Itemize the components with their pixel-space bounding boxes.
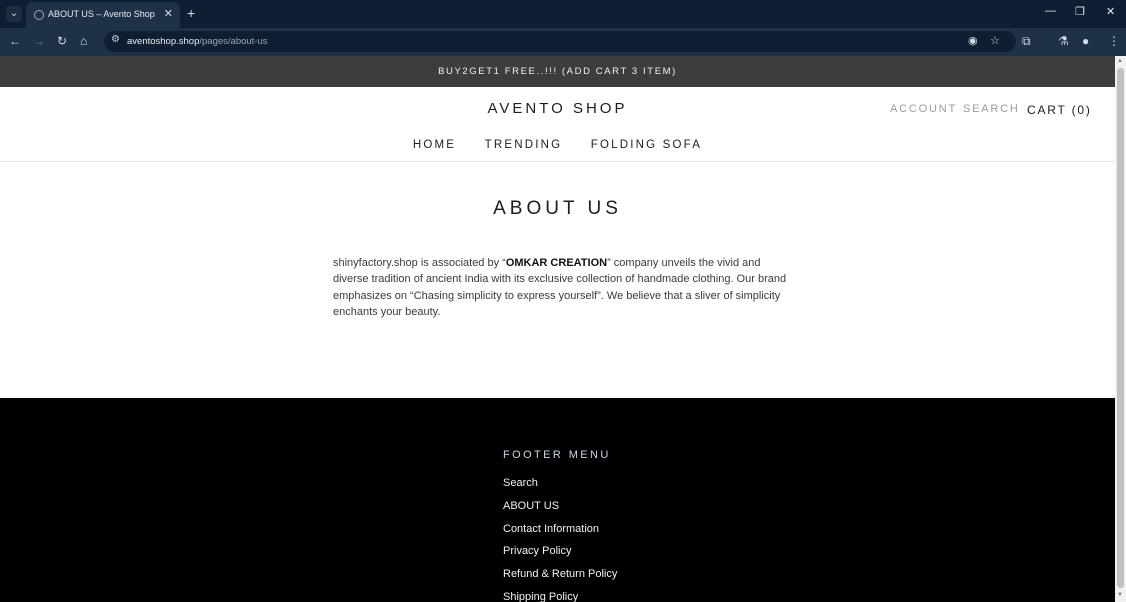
browser-tab-active[interactable]: ABOUT US – Avento Shop ✕ [26,2,180,28]
page-scrollbar[interactable]: ▲ ▼ [1115,56,1126,602]
site-header: AVENTO SHOP ACCOUNT SEARCH CART (0) HOME… [0,87,1115,162]
url-domain: aventoshop.shop [127,36,200,47]
footer-link-privacy[interactable]: Privacy Policy [503,545,617,568]
restore-icon[interactable]: ❐ [1075,5,1085,18]
footer-menu-heading: FOOTER MENU [503,449,611,461]
cart-link[interactable]: CART (0) [1027,103,1092,117]
tab-title: ABOUT US – Avento Shop [48,9,155,19]
footer-link-shipping[interactable]: Shipping Policy [503,591,617,602]
nav-item-folding-sofa[interactable]: FOLDING SOFA [591,139,702,151]
footer-link-refund[interactable]: Refund & Return Policy [503,568,617,591]
extensions-icon[interactable]: ⧉ [1022,34,1031,49]
minimize-icon[interactable]: — [1045,5,1056,17]
back-arrow-icon[interactable]: ← [9,34,21,48]
tab-search-chevron-icon[interactable]: ⌄ [6,6,22,22]
labs-flask-icon[interactable]: ⚗ [1058,34,1069,48]
more-menu-icon[interactable]: ⋮ [1108,34,1120,48]
tab-close-icon[interactable]: ✕ [164,7,173,20]
reload-icon[interactable]: ↻ [57,34,67,48]
scroll-up-arrow-icon[interactable]: ▲ [1117,58,1123,64]
address-url[interactable]: aventoshop.shop/pages/about-us [127,36,268,47]
profile-icon[interactable]: ● [1082,34,1089,48]
browser-toolbar: ← → ↻ ⌂ ⚙ aventoshop.shop/pages/about-us… [0,28,1126,56]
url-path: /pages/about-us [199,36,268,47]
main-content: ABOUT US shinyfactory.shop is associated… [0,162,1115,398]
browser-tab-bar: ⌄ ABOUT US – Avento Shop ✕ + — ❐ ✕ [0,0,1126,28]
new-tab-plus-icon[interactable]: + [187,5,195,21]
globe-icon [34,10,44,20]
about-text-start: shinyfactory.shop is associated by “ [333,257,506,269]
eye-off-icon[interactable]: ◉ [968,34,978,47]
footer-link-search[interactable]: Search [503,477,617,500]
search-link[interactable]: SEARCH [963,103,1020,115]
footer-link-about-us[interactable]: ABOUT US [503,500,617,523]
forward-arrow-icon[interactable]: → [33,34,45,48]
nav-item-trending[interactable]: TRENDING [485,139,563,151]
scrollbar-thumb[interactable] [1117,68,1124,588]
company-name: OMKAR CREATION [505,257,608,269]
bookmark-star-icon[interactable]: ☆ [990,34,1000,47]
footer-menu-list: Search ABOUT US Contact Information Priv… [503,477,617,602]
account-link[interactable]: ACCOUNT [890,103,957,115]
scroll-down-arrow-icon[interactable]: ▼ [1117,592,1123,598]
page-title: ABOUT US [493,198,622,219]
about-paragraph: shinyfactory.shop is associated by “OMKA… [333,255,788,320]
nav-item-home[interactable]: HOME [413,139,456,151]
announcement-bar[interactable]: BUY2GET1 FREE..!!! (ADD CART 3 ITEM) [0,56,1115,87]
home-icon[interactable]: ⌂ [80,34,87,48]
site-footer: FOOTER MENU Search ABOUT US Contact Info… [0,398,1115,602]
address-bar[interactable]: ⚙ aventoshop.shop/pages/about-us ◉ ☆ [104,31,1016,52]
site-info-icon[interactable]: ⚙ [111,34,120,45]
web-page: BUY2GET1 FREE..!!! (ADD CART 3 ITEM) AVE… [0,56,1115,602]
main-nav: HOME TRENDING FOLDING SOFA [0,135,1115,153]
window-close-icon[interactable]: ✕ [1106,5,1115,18]
footer-link-contact[interactable]: Contact Information [503,523,617,546]
